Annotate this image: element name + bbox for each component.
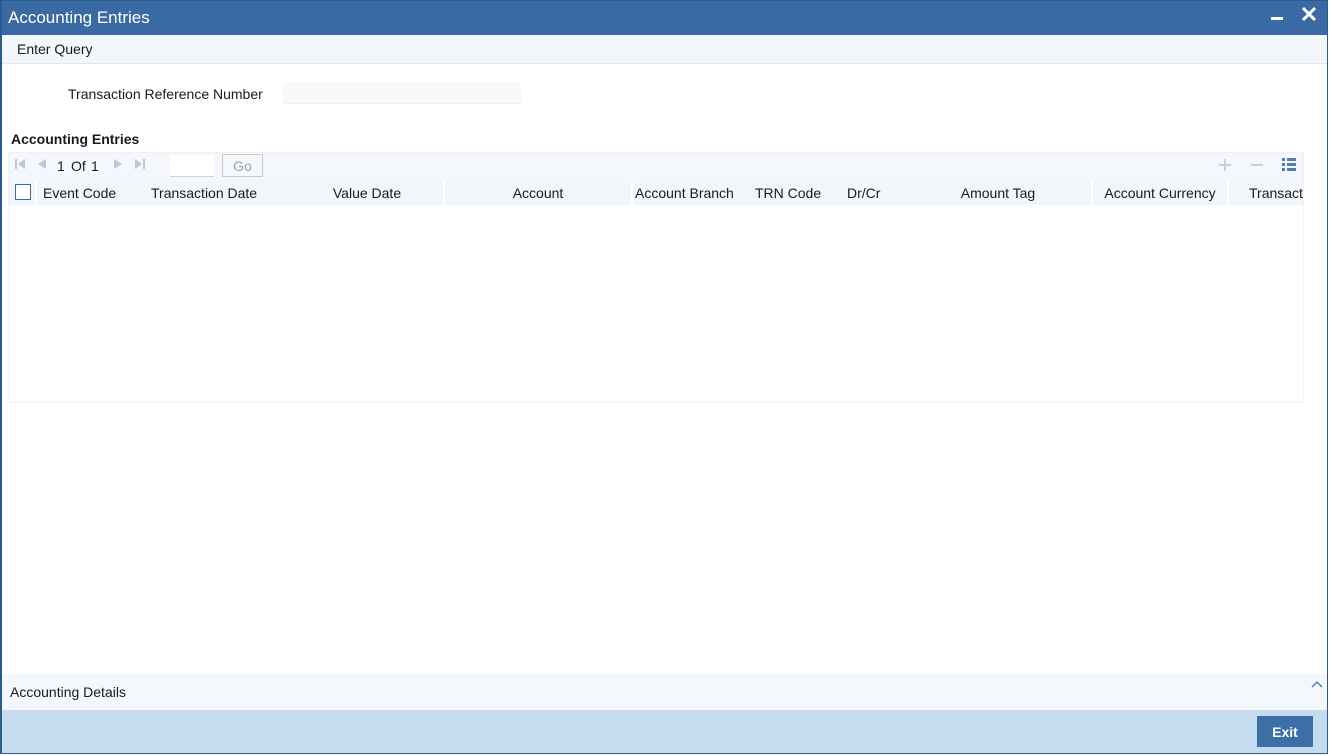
last-page-icon[interactable] bbox=[131, 157, 149, 175]
select-all-checkbox[interactable] bbox=[15, 184, 31, 200]
action-bar: Exit bbox=[2, 710, 1327, 753]
total-pages: 1 bbox=[91, 158, 99, 174]
col-event-code[interactable]: Event Code bbox=[37, 181, 141, 205]
exit-button[interactable]: Exit bbox=[1257, 716, 1313, 747]
enter-query-menu-item[interactable]: Enter Query bbox=[17, 41, 92, 57]
page-of-label: Of bbox=[71, 158, 86, 174]
go-button[interactable]: Go bbox=[222, 154, 263, 177]
accounting-details-bar: Accounting Details bbox=[2, 674, 1327, 710]
accounting-entries-section-title: Accounting Entries bbox=[11, 131, 140, 147]
accounting-entries-grid: 1 Of 1 Go Event Code Transaction Date Va… bbox=[8, 152, 1304, 403]
col-transaction[interactable]: Transact bbox=[1229, 181, 1303, 205]
minimize-icon[interactable] bbox=[1265, 5, 1289, 29]
menu-bar: Enter Query bbox=[2, 35, 1327, 64]
col-amount-tag[interactable]: Amount Tag bbox=[905, 181, 1091, 205]
close-icon[interactable] bbox=[1297, 5, 1321, 29]
grid-pager: 1 Of 1 Go bbox=[9, 153, 1303, 181]
col-trn-code[interactable]: TRN Code bbox=[751, 181, 843, 205]
col-account-branch[interactable]: Account Branch bbox=[633, 181, 751, 205]
previous-page-icon[interactable] bbox=[33, 157, 51, 175]
grid-header: Event Code Transaction Date Value Date A… bbox=[9, 181, 1303, 205]
txn-ref-input[interactable] bbox=[283, 82, 521, 104]
window-title: Accounting Entries bbox=[8, 8, 150, 27]
accounting-details-link[interactable]: Accounting Details bbox=[10, 684, 126, 700]
col-dr-cr[interactable]: Dr/Cr bbox=[841, 181, 909, 205]
current-page: 1 bbox=[57, 158, 65, 174]
chevron-up-icon[interactable] bbox=[1311, 676, 1323, 692]
txn-ref-label: Transaction Reference Number bbox=[68, 86, 263, 102]
col-account-currency[interactable]: Account Currency bbox=[1093, 181, 1227, 205]
add-row-icon[interactable] bbox=[1215, 156, 1235, 176]
delete-row-icon[interactable] bbox=[1247, 156, 1267, 176]
title-bar: Accounting Entries bbox=[2, 1, 1327, 35]
col-account[interactable]: Account bbox=[445, 181, 631, 205]
col-value-date[interactable]: Value Date bbox=[291, 181, 443, 205]
col-transaction-date[interactable]: Transaction Date bbox=[137, 181, 301, 205]
select-all-cell bbox=[9, 181, 35, 205]
single-view-icon[interactable] bbox=[1279, 156, 1299, 176]
next-page-icon[interactable] bbox=[109, 157, 127, 175]
accounting-entries-window: Accounting Entries Enter Query Transacti… bbox=[0, 0, 1328, 754]
first-page-icon[interactable] bbox=[11, 157, 29, 175]
page-number-input[interactable] bbox=[170, 155, 214, 177]
